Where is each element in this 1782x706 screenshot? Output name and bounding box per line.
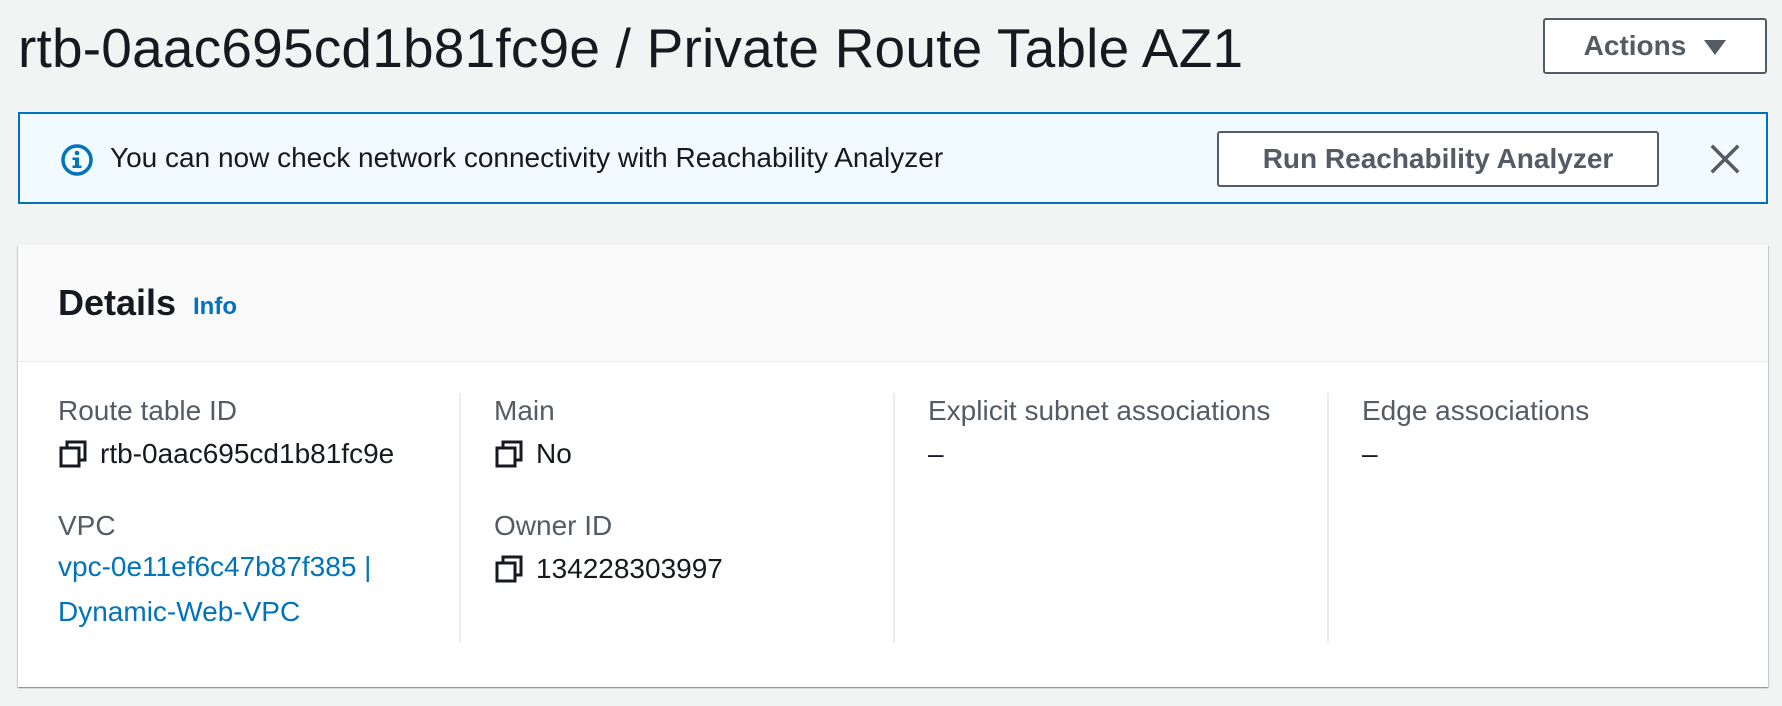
owner-id-value: 134228303997 bbox=[494, 551, 884, 587]
copy-icon[interactable] bbox=[58, 439, 88, 469]
details-panel-header: Details Info bbox=[18, 245, 1768, 362]
edge-associations-label: Edge associations bbox=[1362, 395, 1590, 426]
caret-down-icon bbox=[1704, 39, 1727, 55]
column-divider bbox=[459, 393, 461, 643]
column-divider bbox=[893, 393, 895, 643]
main-field: Main No bbox=[494, 393, 884, 472]
run-reachability-analyzer-button[interactable]: Run Reachability Analyzer bbox=[1217, 131, 1659, 187]
details-column-4: Edge associations – bbox=[1362, 393, 1752, 643]
close-icon[interactable] bbox=[1708, 142, 1742, 176]
main-value: No bbox=[494, 436, 884, 472]
info-link[interactable]: Info bbox=[193, 292, 237, 322]
edge-associations-value: – bbox=[1362, 438, 1378, 469]
info-circle-icon bbox=[61, 144, 93, 176]
details-column-3: Explicit subnet associations – bbox=[928, 393, 1318, 643]
owner-id-text: 134228303997 bbox=[536, 553, 723, 584]
vpc-label: VPC bbox=[58, 510, 116, 541]
actions-button-label: Actions bbox=[1583, 30, 1687, 61]
main-text: No bbox=[536, 438, 572, 469]
vpc-link-id[interactable]: vpc-0e11ef6c47b87f385 | bbox=[58, 545, 448, 589]
route-table-id-field: Route table ID rtb-0aac695cd1b81fc9e bbox=[58, 393, 448, 472]
explicit-subnet-associations-field: Explicit subnet associations – bbox=[928, 393, 1318, 472]
page-title: rtb-0aac695cd1b81fc9e / Private Route Ta… bbox=[18, 17, 1244, 79]
copy-icon[interactable] bbox=[494, 554, 524, 584]
main-label: Main bbox=[494, 395, 555, 426]
route-table-id-value: rtb-0aac695cd1b81fc9e bbox=[58, 436, 448, 472]
vpc-link-name[interactable]: Dynamic-Web-VPC bbox=[58, 590, 448, 634]
column-divider bbox=[1327, 393, 1329, 643]
owner-id-field: Owner ID 134228303997 bbox=[494, 508, 884, 587]
details-column-2: Main No Owner ID 134228303997 bbox=[494, 393, 884, 643]
details-title: Details bbox=[58, 282, 177, 323]
vpc-link[interactable]: vpc-0e11ef6c47b87f385 | Dynamic-Web-VPC bbox=[58, 545, 448, 634]
route-table-id-text: rtb-0aac695cd1b81fc9e bbox=[100, 438, 395, 469]
flash-banner: You can now check network connectivity w… bbox=[18, 112, 1768, 204]
details-panel: Details Info Route table ID rtb-0aac695c… bbox=[18, 245, 1768, 687]
route-table-id-label: Route table ID bbox=[58, 395, 237, 426]
explicit-subnet-associations-value: – bbox=[928, 438, 944, 469]
owner-id-label: Owner ID bbox=[494, 510, 613, 541]
flash-message: You can now check network connectivity w… bbox=[110, 142, 944, 173]
details-column-1: Route table ID rtb-0aac695cd1b81fc9e VPC… bbox=[58, 393, 448, 643]
vpc-field: VPC vpc-0e11ef6c47b87f385 | Dynamic-Web-… bbox=[58, 508, 448, 634]
copy-icon[interactable] bbox=[494, 439, 524, 469]
explicit-subnet-associations-label: Explicit subnet associations bbox=[928, 395, 1271, 426]
edge-associations-field: Edge associations – bbox=[1362, 393, 1752, 472]
actions-button[interactable]: Actions bbox=[1543, 18, 1767, 74]
